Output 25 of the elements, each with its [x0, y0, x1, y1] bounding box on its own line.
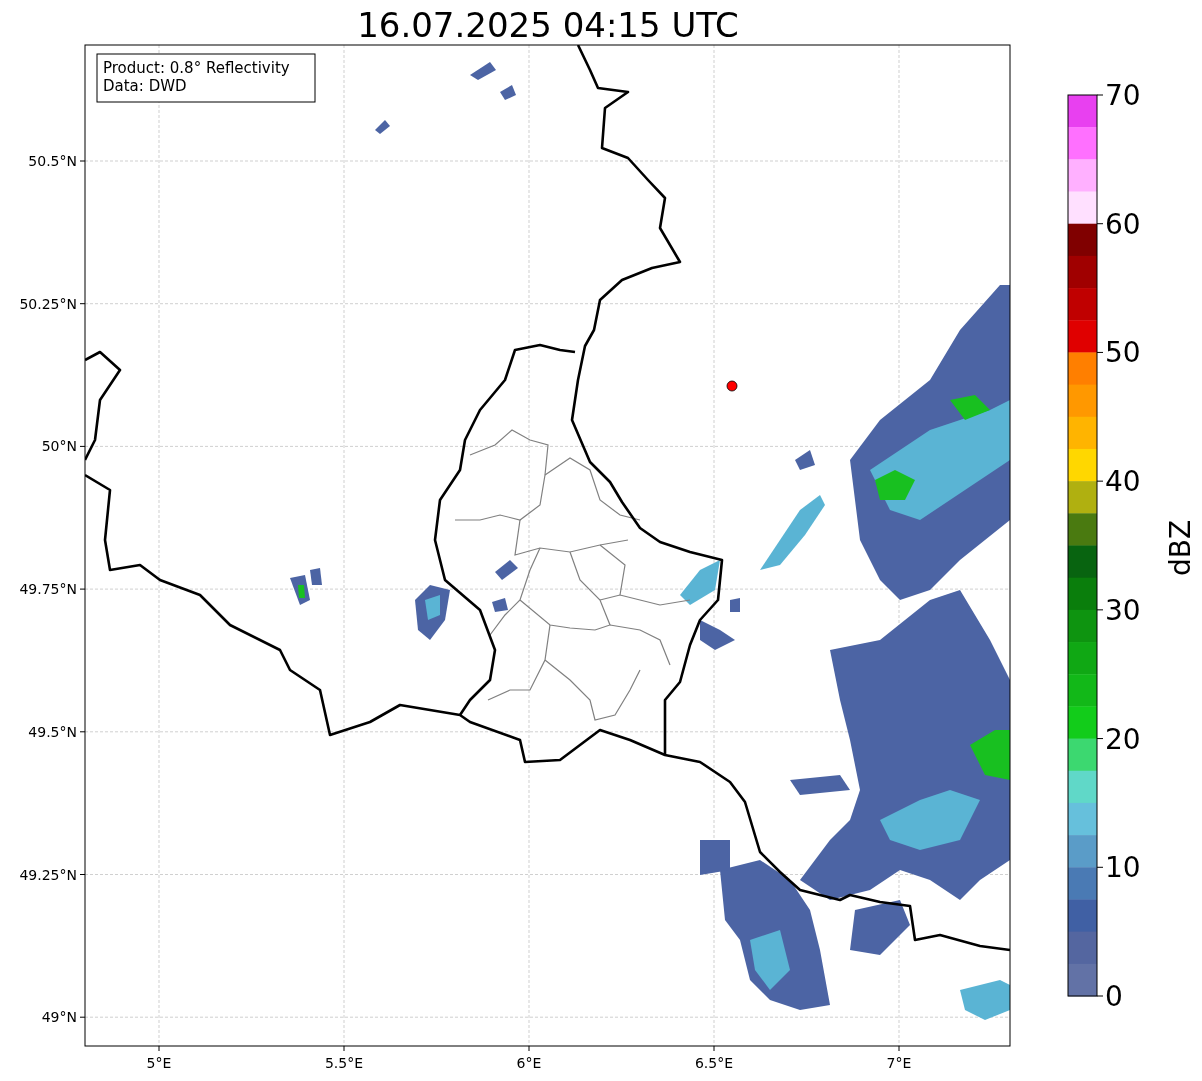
longitude-label: 6°E: [516, 1055, 542, 1071]
latitude-label: 49.5°N: [28, 723, 77, 740]
latitude-label: 49.25°N: [19, 866, 77, 883]
latitude-label: 49.75°N: [19, 581, 77, 598]
latitude-label: 50.5°N: [28, 153, 77, 169]
colorbar-tick-label: 10: [1105, 851, 1141, 885]
chart-title: 16.07.2025 04:15 UTC: [357, 5, 739, 45]
location-marker: [726, 380, 738, 392]
colorbar-tick-label: 30: [1105, 593, 1141, 627]
longitude-label: 5.5°E: [324, 1055, 364, 1071]
info-text: Data: DWD: [103, 77, 187, 95]
longitude-label: 5°E: [146, 1055, 172, 1071]
info-text: Product: 0.8° Reflectivity: [103, 59, 290, 77]
colorbar-tick-label: 20: [1105, 722, 1141, 756]
colorbar-tick-label: 40: [1105, 465, 1141, 499]
longitude-label: 7°E: [886, 1055, 912, 1071]
colorbar-tick-label: 50: [1105, 336, 1141, 370]
colorbar-tick-label: 60: [1105, 207, 1141, 241]
latitude-label: 49°N: [41, 1009, 77, 1026]
longitude-label: 6.5°E: [694, 1055, 734, 1071]
colorbar-tick-label: 70: [1105, 79, 1141, 112]
colorbar-label: dBZ: [1164, 519, 1197, 577]
colorbar-tick-label: 0: [1105, 980, 1123, 1013]
latitude-label: 50°N: [41, 438, 77, 455]
latitude-label: 50.25°N: [19, 295, 77, 312]
